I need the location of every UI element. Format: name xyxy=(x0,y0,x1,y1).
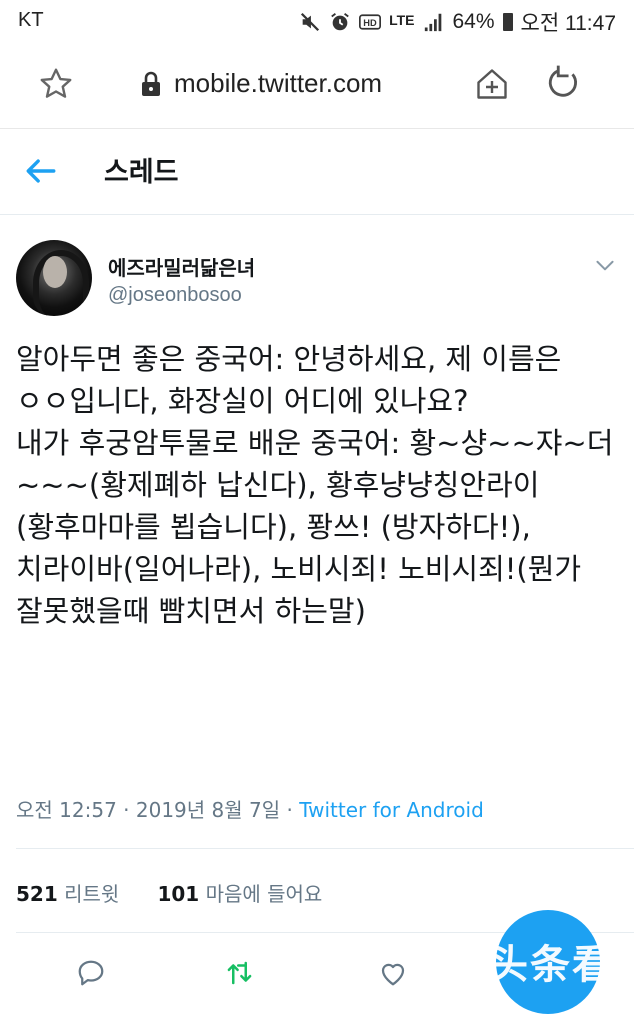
page-title: 스레드 xyxy=(104,157,179,188)
alarm-icon xyxy=(331,13,349,31)
tweet-timestamp: 오전 12:57 · 2019년 8월 7일 · Twitter for And… xyxy=(16,794,484,823)
hd-icon: HD xyxy=(359,14,382,30)
svg-text:HD: HD xyxy=(363,18,377,28)
like-icon[interactable] xyxy=(378,958,408,988)
tweet-text: 알아두면 좋은 중국어: 안녕하세요, 제 이름은 ㅇㅇ입니다, 화장실이 어디… xyxy=(16,342,614,628)
display-name[interactable]: 에즈라밀러닮은녀 xyxy=(108,252,255,281)
url-text: mobile.twitter.com xyxy=(174,68,383,98)
avatar-face xyxy=(43,256,67,288)
battery-percent: 64% xyxy=(452,10,495,33)
star-icon[interactable] xyxy=(38,66,74,102)
like-count[interactable]: 101 xyxy=(157,882,199,906)
retweet-icon[interactable] xyxy=(227,958,257,988)
browser-url-bar: mobile.twitter.com xyxy=(0,44,634,129)
reload-icon[interactable] xyxy=(544,64,582,102)
status-icons: HD LTE 64% 오전 11:47 xyxy=(299,7,616,37)
username[interactable]: @joseonbosoo xyxy=(108,284,242,307)
divider xyxy=(16,848,634,849)
chevron-down-icon[interactable] xyxy=(592,252,618,278)
lock-icon xyxy=(142,71,160,96)
like-label[interactable]: 마음에 들어요 xyxy=(199,882,323,906)
retweet-label[interactable]: 리트윗 xyxy=(58,882,119,906)
clock: 오전 11:47 xyxy=(520,12,616,35)
add-to-home-icon[interactable] xyxy=(474,66,510,102)
battery-icon xyxy=(502,13,513,31)
tweet-stats: 521 리트윗 101 마음에 들어요 xyxy=(16,878,322,907)
retweet-count[interactable]: 521 xyxy=(16,882,58,906)
status-bar: KT HD LTE 64% 오전 11:47 xyxy=(0,0,634,44)
carrier-label: KT xyxy=(18,9,44,31)
address-field[interactable]: mobile.twitter.com xyxy=(140,68,382,99)
reply-icon[interactable] xyxy=(76,958,106,988)
lte-indicator: LTE xyxy=(389,12,415,28)
avatar[interactable] xyxy=(16,240,92,316)
timestamp-text: 오전 12:57 · 2019년 8월 7일 · xyxy=(16,798,300,822)
watermark: 头条看点 xyxy=(488,942,634,988)
mute-icon xyxy=(301,12,320,32)
signal-icon xyxy=(424,13,441,32)
thread-header: 스레드 xyxy=(0,128,634,215)
back-arrow-icon[interactable] xyxy=(24,154,58,188)
source-link[interactable]: Twitter for Android xyxy=(299,798,484,822)
